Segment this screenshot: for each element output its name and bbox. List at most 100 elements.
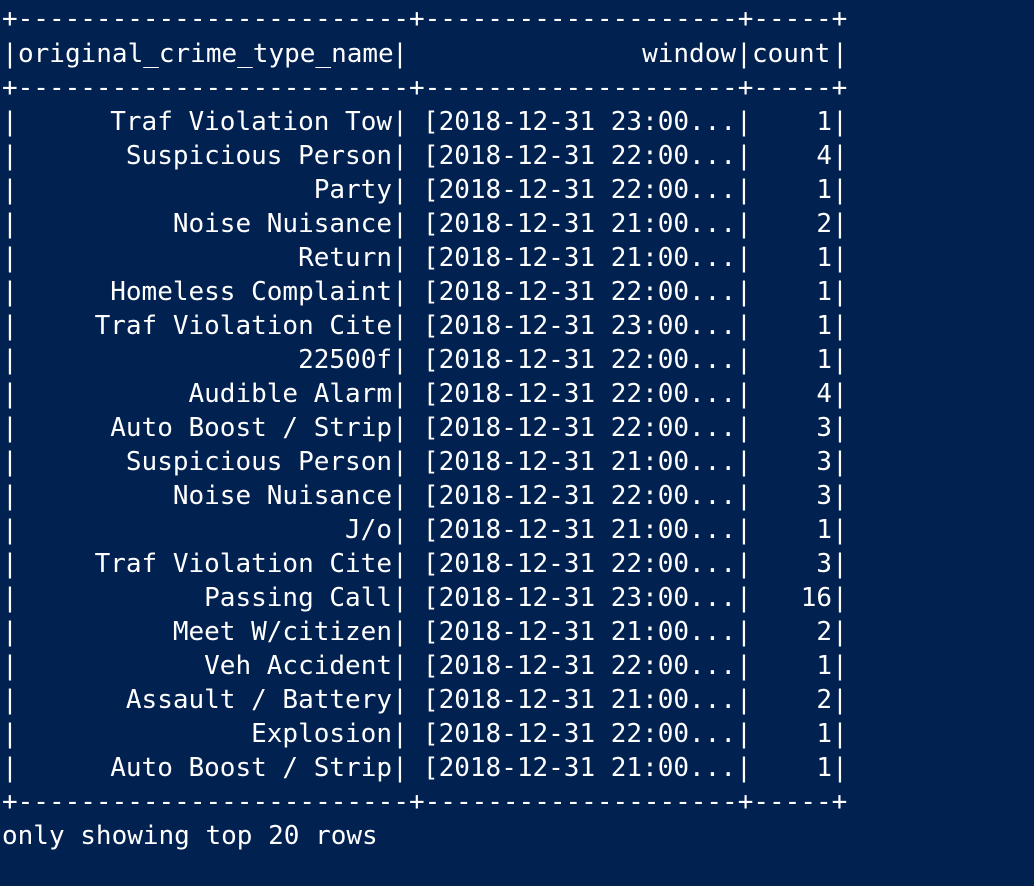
table-row: | Return| [2018-12-31 21:00...| 1|	[2, 241, 848, 275]
column-separator: |	[832, 311, 848, 341]
column-header-crime-type: original_crime_type_name	[18, 39, 394, 69]
cell-window: [2018-12-31 21:00...	[422, 243, 736, 273]
cell-window: [2018-12-31 22:00...	[422, 141, 736, 171]
column-separator: |	[392, 617, 408, 647]
column-separator: |	[392, 311, 408, 341]
cell-window: [2018-12-31 22:00...	[422, 549, 736, 579]
cell-window: [2018-12-31 22:00...	[422, 719, 736, 749]
column-separator: |	[832, 583, 848, 613]
cell-crime-type: Party	[313, 175, 392, 205]
column-header-count: count	[752, 39, 831, 69]
column-separator: |	[392, 175, 408, 205]
column-separator: |	[736, 107, 752, 137]
column-separator: |	[832, 243, 848, 273]
table-row: | J/o| [2018-12-31 21:00...| 1|	[2, 513, 848, 547]
cell-crime-type: Meet W/citizen	[172, 617, 392, 647]
column-separator: |	[736, 243, 752, 273]
table-row: | Suspicious Person| [2018-12-31 21:00...|…	[2, 445, 848, 479]
column-separator: |	[832, 141, 848, 171]
column-separator: |	[392, 685, 408, 715]
column-separator: |	[2, 481, 18, 511]
column-separator: |	[392, 107, 408, 137]
column-separator: |	[392, 243, 408, 273]
column-separator: |	[832, 413, 848, 443]
cell-count: 3	[816, 413, 832, 443]
table-row: | Auto Boost / Strip| [2018-12-31 21:00...…	[2, 751, 848, 785]
column-separator: |	[736, 413, 752, 443]
column-separator: |	[392, 141, 408, 171]
cell-window: [2018-12-31 23:00...	[422, 311, 736, 341]
cell-count: 2	[816, 209, 832, 239]
column-separator: |	[392, 277, 408, 307]
table-row: | Auto Boost / Strip| [2018-12-31 22:00...…	[2, 411, 848, 445]
cell-window: [2018-12-31 21:00...	[422, 209, 736, 239]
cell-crime-type: Return	[298, 243, 392, 273]
column-separator: |	[832, 515, 848, 545]
table-body: | Traf Violation Tow| [2018-12-31 23:00...…	[2, 105, 848, 785]
column-separator: |	[2, 379, 18, 409]
column-separator: |	[736, 141, 752, 171]
column-separator: |	[832, 277, 848, 307]
cell-crime-type: Auto Boost / Strip	[110, 753, 392, 783]
column-separator: |	[832, 379, 848, 409]
column-separator: |	[736, 277, 752, 307]
cell-count: 1	[816, 345, 832, 375]
column-separator: |	[2, 753, 18, 783]
column-separator: |	[736, 753, 752, 783]
cell-crime-type: Audible Alarm	[188, 379, 393, 409]
column-separator: |	[392, 481, 408, 511]
column-separator: |	[392, 379, 408, 409]
column-separator: |	[736, 345, 752, 375]
cell-count: 3	[816, 447, 832, 477]
cell-count: 2	[816, 617, 832, 647]
column-separator: |	[736, 39, 752, 69]
table-row: | Assault / Battery| [2018-12-31 21:00...|…	[2, 683, 848, 717]
cell-count: 3	[816, 549, 832, 579]
column-separator: |	[832, 39, 848, 69]
column-separator: |	[2, 209, 18, 239]
cell-crime-type: Traf Violation Tow	[110, 107, 392, 137]
column-separator: |	[736, 617, 752, 647]
column-separator: |	[736, 175, 752, 205]
table-row: | 22500f| [2018-12-31 22:00...| 1|	[2, 343, 848, 377]
cell-window: [2018-12-31 22:00...	[422, 379, 736, 409]
column-separator: |	[2, 515, 18, 545]
column-separator: |	[832, 753, 848, 783]
cell-window: [2018-12-31 21:00...	[422, 685, 736, 715]
column-separator: |	[832, 685, 848, 715]
column-header-window: window	[642, 39, 736, 69]
column-separator: |	[832, 481, 848, 511]
cell-crime-type: 22500f	[298, 345, 392, 375]
cell-window: [2018-12-31 22:00...	[422, 481, 736, 511]
cell-crime-type: Suspicious Person	[125, 141, 392, 171]
column-separator: |	[736, 311, 752, 341]
column-separator: |	[392, 583, 408, 613]
cell-count: 1	[816, 311, 832, 341]
table-border-middle: +-------------------------+-------------…	[2, 73, 848, 103]
column-separator: |	[2, 107, 18, 137]
column-separator: |	[736, 549, 752, 579]
cell-window: [2018-12-31 21:00...	[422, 753, 736, 783]
column-separator: |	[832, 175, 848, 205]
table-row: | Party| [2018-12-31 22:00...| 1|	[2, 173, 848, 207]
cell-crime-type: Suspicious Person	[125, 447, 392, 477]
column-separator: |	[832, 209, 848, 239]
column-separator: |	[736, 209, 752, 239]
column-separator: |	[392, 345, 408, 375]
cell-window: [2018-12-31 22:00...	[422, 277, 736, 307]
column-separator: |	[2, 617, 18, 647]
table-row: | Audible Alarm| [2018-12-31 22:00...| 4|	[2, 377, 848, 411]
cell-count: 1	[816, 277, 832, 307]
column-separator: |	[392, 447, 408, 477]
table-row: | Passing Call| [2018-12-31 23:00...| 16|	[2, 581, 848, 615]
terminal-window: +-------------------------+-------------…	[0, 0, 1034, 886]
cell-count: 1	[816, 243, 832, 273]
column-separator: |	[736, 447, 752, 477]
column-separator: |	[2, 277, 18, 307]
column-separator: |	[2, 549, 18, 579]
cell-window: [2018-12-31 21:00...	[422, 447, 736, 477]
table-row: | Traf Violation Cite| [2018-12-31 23:00..…	[2, 309, 848, 343]
column-separator: |	[392, 719, 408, 749]
column-separator: |	[392, 209, 408, 239]
cell-crime-type: Noise Nuisance	[172, 209, 392, 239]
